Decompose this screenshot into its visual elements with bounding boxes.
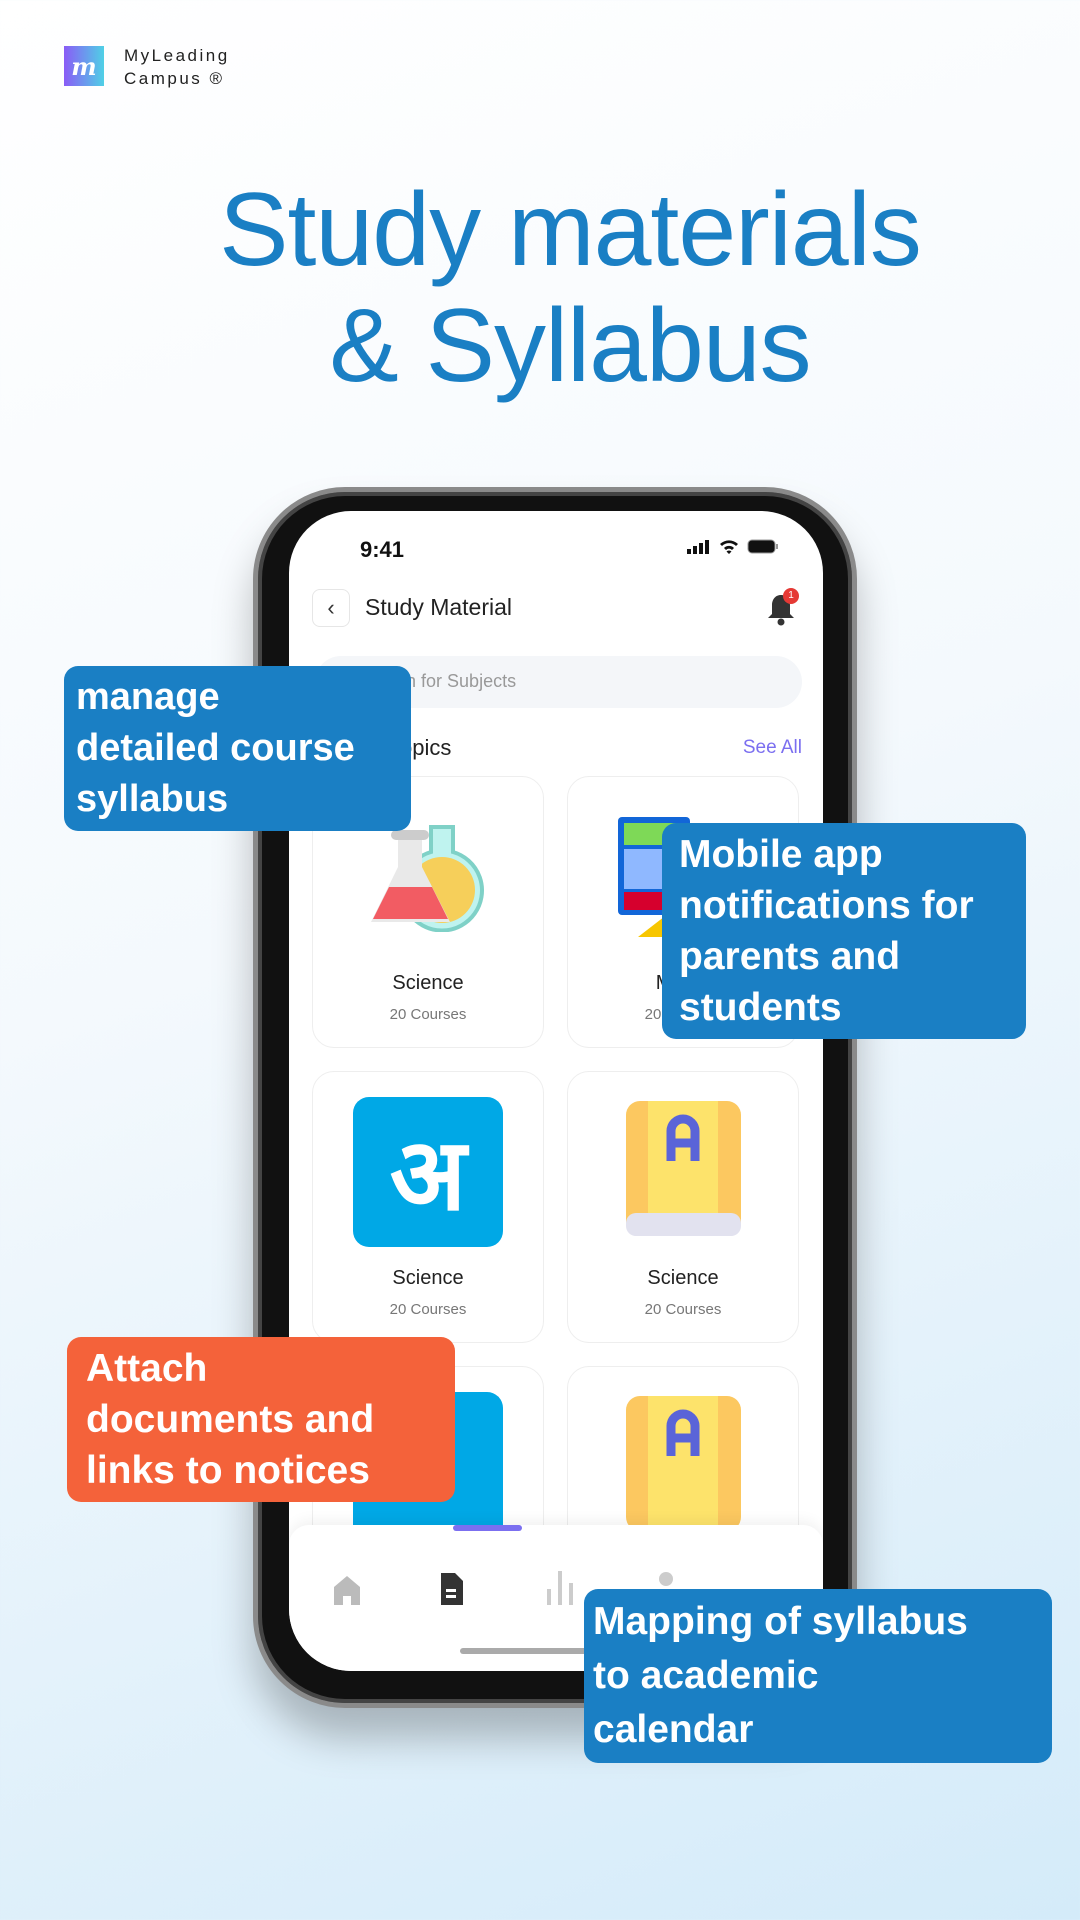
callout-line: Mapping of syllabus — [593, 1600, 968, 1643]
callout-attachments: Attach documents and links to notices — [67, 1337, 455, 1502]
brand-logo: m — [64, 46, 104, 86]
brand-line-1: MyLeading — [124, 46, 230, 65]
card-courses: 20 Courses — [389, 1006, 467, 1023]
book-icon — [626, 1101, 741, 1236]
callout-syllabus: manage detailed course syllabus — [64, 666, 411, 831]
status-time: 9:41 — [360, 537, 405, 562]
svg-text:अ: अ — [390, 1116, 470, 1233]
home-icon[interactable] — [333, 1575, 361, 1605]
card-label: Science — [647, 1267, 719, 1289]
callout-calendar-mapping: Mapping of syllabus to academic calendar — [584, 1589, 1052, 1763]
callout-line: notifications for — [679, 884, 974, 927]
hindi-letter-icon: अ — [353, 1097, 503, 1247]
headline-line-1: Study materials — [219, 172, 922, 288]
book-icon — [626, 1396, 741, 1531]
brand-name: MyLeading Campus ® — [124, 44, 230, 90]
status-icons — [687, 539, 779, 554]
callout-line: calendar — [593, 1708, 754, 1751]
callout-line: parents and — [679, 935, 901, 978]
headline-line-2: & Syllabus — [329, 288, 811, 404]
callout-line: links to notices — [86, 1449, 370, 1492]
back-button[interactable]: ‹ — [312, 589, 350, 627]
active-tab-indicator — [453, 1525, 522, 1531]
page-title: Study Material — [365, 594, 513, 620]
signal-icon — [687, 539, 709, 554]
battery-icon — [747, 539, 778, 554]
card-label: Science — [392, 972, 464, 994]
callout-line: detailed course — [76, 727, 355, 769]
callout-line: students — [679, 986, 842, 1029]
card-courses: 20 Courses — [389, 1301, 467, 1318]
document-icon[interactable] — [439, 1573, 463, 1605]
callout-line: Attach — [86, 1347, 208, 1390]
see-all-link[interactable]: See All — [743, 737, 802, 759]
wifi-icon — [720, 540, 738, 554]
brand-line-2: Campus ® — [124, 69, 225, 88]
callout-line: Mobile app — [679, 833, 883, 876]
chart-icon[interactable] — [545, 1571, 575, 1605]
callout-line: manage — [76, 676, 220, 718]
card-courses: 20 Courses — [644, 1301, 722, 1318]
card-label: Science — [392, 1267, 464, 1289]
callout-line: to academic — [593, 1654, 819, 1697]
callout-line: documents and — [86, 1398, 375, 1441]
callout-notifications: Mobile app notifications for parents and st… — [662, 823, 1026, 1039]
callout-line: syllabus — [76, 778, 229, 820]
subject-card[interactable]: अ Science 20 Courses — [312, 1071, 544, 1343]
notification-badge: 1 — [783, 588, 799, 604]
subject-card[interactable]: Science 20 Courses — [567, 1071, 799, 1343]
